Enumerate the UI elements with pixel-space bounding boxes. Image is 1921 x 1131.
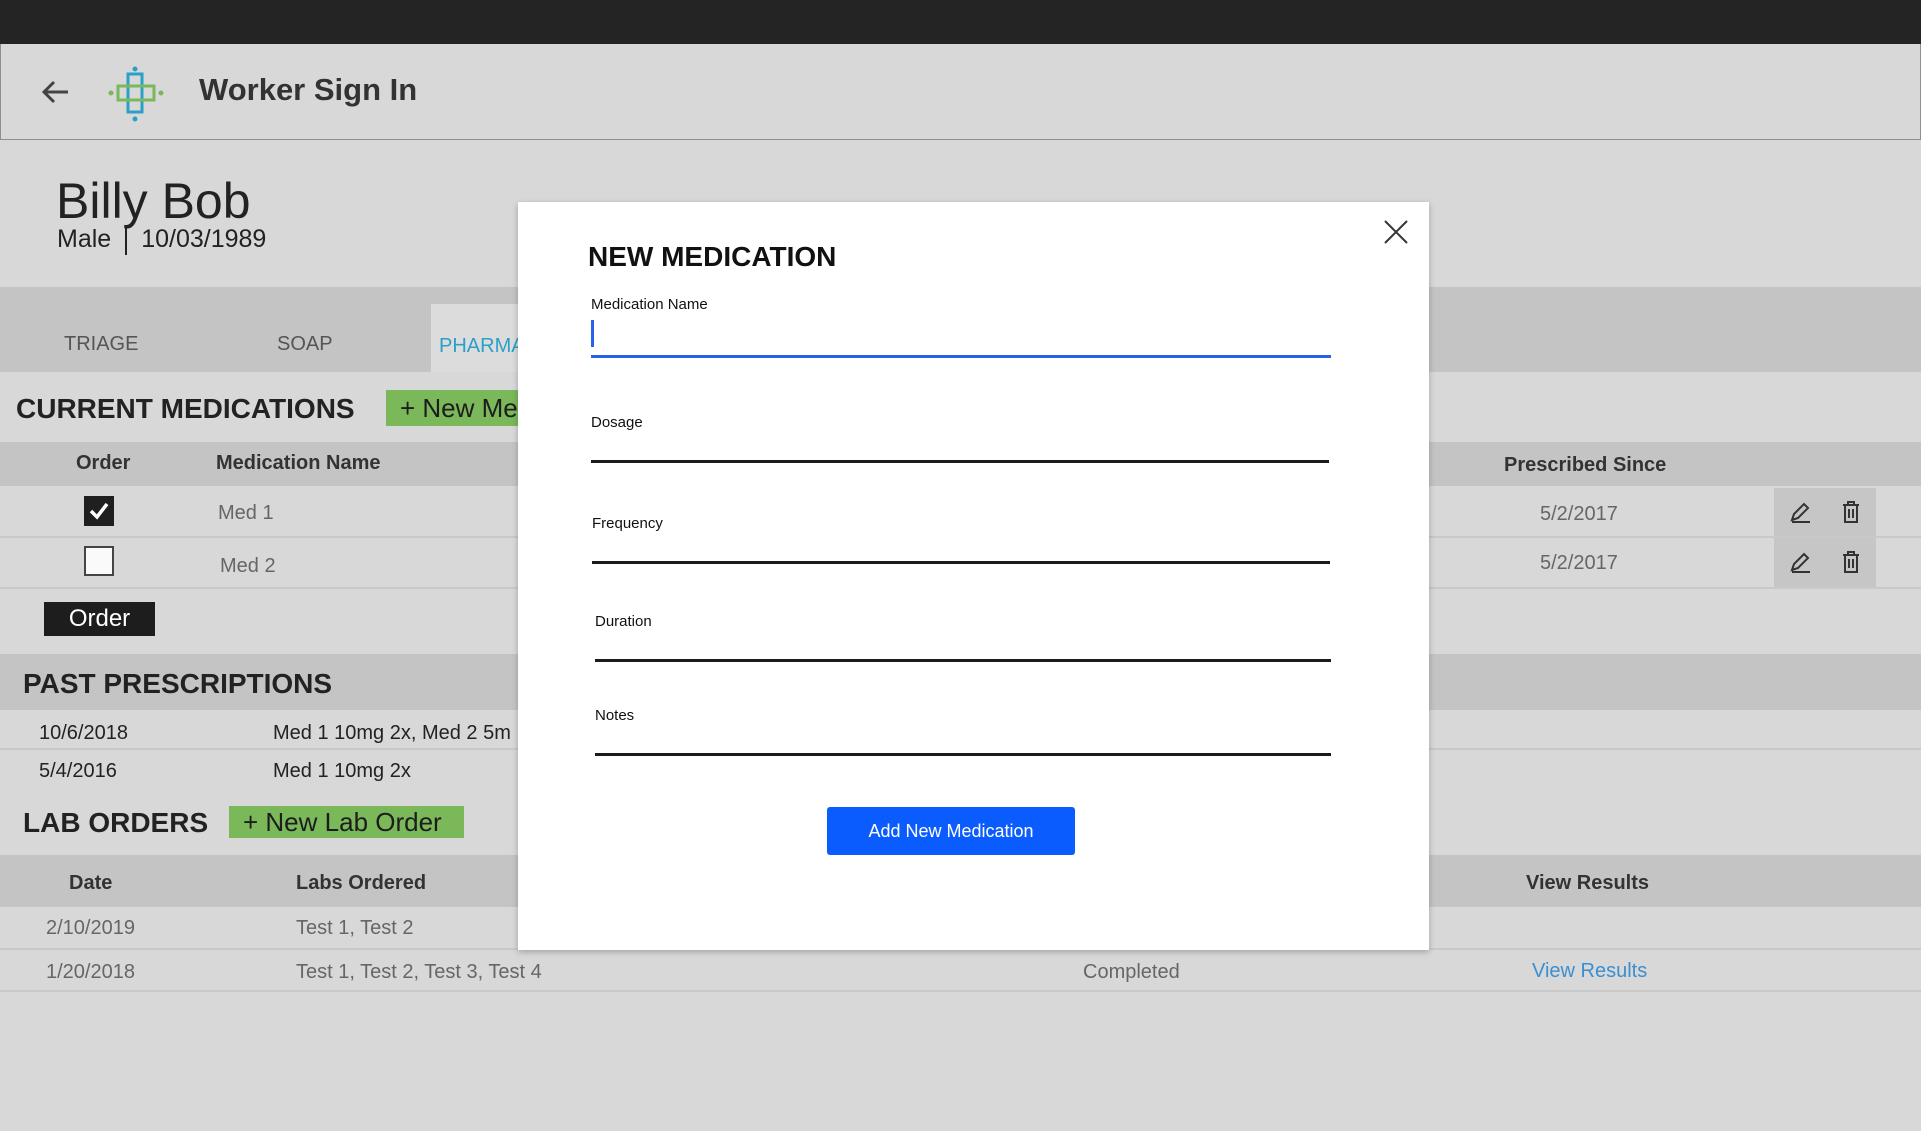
prescription-meds: Med 1 10mg 2x: [273, 760, 411, 782]
dosage-input[interactable]: [591, 424, 1329, 460]
back-arrow-icon[interactable]: [40, 76, 72, 108]
lab-date-cell: 1/20/2018: [46, 961, 135, 983]
order-checkbox-med-1[interactable]: [84, 496, 114, 526]
patient-name: Billy Bob: [56, 173, 251, 229]
duration-underline: [595, 659, 1331, 662]
delete-med-1-button[interactable]: [1825, 488, 1876, 538]
lab-status-cell: Completed: [1083, 961, 1180, 983]
app-title: Worker Sign In: [199, 72, 418, 107]
dosage-underline: [591, 460, 1329, 463]
edit-med-1-button[interactable]: [1774, 488, 1825, 538]
lab-date-cell: 2/10/2019: [46, 917, 135, 939]
prescribed-since-cell: 5/2/2017: [1540, 503, 1618, 525]
order-checkbox-med-2[interactable]: [84, 546, 114, 576]
pencil-icon: [1790, 552, 1810, 573]
frequency-input[interactable]: [592, 525, 1330, 561]
medication-name-input[interactable]: [591, 316, 1331, 352]
tab-soap[interactable]: SOAP: [277, 333, 333, 356]
column-header-labs-ordered: Labs Ordered: [296, 872, 427, 894]
prescription-meds: Med 1 10mg 2x, Med 2 5m: [273, 722, 511, 744]
frequency-underline: [592, 561, 1330, 564]
medical-cross-logo-icon: [108, 66, 166, 122]
delete-med-2-button[interactable]: [1825, 538, 1876, 588]
duration-input[interactable]: [595, 623, 1331, 659]
trash-icon: [1843, 501, 1859, 523]
patient-dob: 10/03/1989: [141, 225, 267, 253]
order-button[interactable]: Order: [44, 602, 155, 636]
medication-name-underline: [591, 355, 1331, 358]
add-new-medication-button[interactable]: Add New Medication: [827, 807, 1075, 855]
patient-meta: Male 10/03/1989: [57, 225, 267, 256]
prescription-date: 5/4/2016: [39, 760, 117, 782]
column-header-order: Order: [76, 452, 131, 474]
medication-name-cell: Med 1: [218, 502, 274, 524]
prescribed-since-cell: 5/2/2017: [1540, 552, 1618, 574]
notes-input[interactable]: [595, 717, 1331, 753]
current-medications-title: CURRENT MEDICATIONS: [16, 393, 355, 424]
new-lab-order-button[interactable]: + New Lab Order: [229, 806, 464, 838]
new-medication-button[interactable]: + New Me: [386, 390, 522, 426]
checkmark-icon: [89, 502, 109, 520]
column-header-medication-name: Medication Name: [216, 452, 381, 474]
column-header-date: Date: [69, 872, 113, 894]
patient-sex: Male: [57, 225, 112, 253]
close-icon[interactable]: [1382, 218, 1410, 246]
divider: [125, 225, 128, 256]
medication-name-label: Medication Name: [591, 296, 708, 313]
column-header-view-results: View Results: [1526, 872, 1650, 894]
os-top-bar: [0, 0, 1921, 44]
labs-ordered-cell: Test 1, Test 2: [296, 917, 414, 939]
edit-med-2-button[interactable]: [1774, 538, 1825, 588]
medication-name-cell: Med 2: [220, 555, 276, 577]
notes-underline: [595, 753, 1331, 756]
column-header-prescribed-since: Prescribed Since: [1504, 454, 1667, 476]
labs-ordered-cell: Test 1, Test 2, Test 3, Test 4: [296, 961, 542, 983]
lab-orders-title: LAB ORDERS: [23, 807, 209, 838]
tab-triage[interactable]: TRIAGE: [64, 333, 138, 356]
view-results-link[interactable]: View Results: [1532, 960, 1647, 983]
past-prescriptions-title: PAST PRESCRIPTIONS: [23, 668, 333, 699]
tab-pharmacy[interactable]: PHARMA: [439, 335, 525, 358]
text-caret: [591, 320, 594, 347]
trash-icon: [1843, 551, 1859, 573]
modal-title: NEW MEDICATION: [588, 241, 837, 272]
prescription-date: 10/6/2018: [39, 722, 128, 744]
pencil-icon: [1790, 502, 1810, 523]
row-divider: [0, 990, 1921, 992]
